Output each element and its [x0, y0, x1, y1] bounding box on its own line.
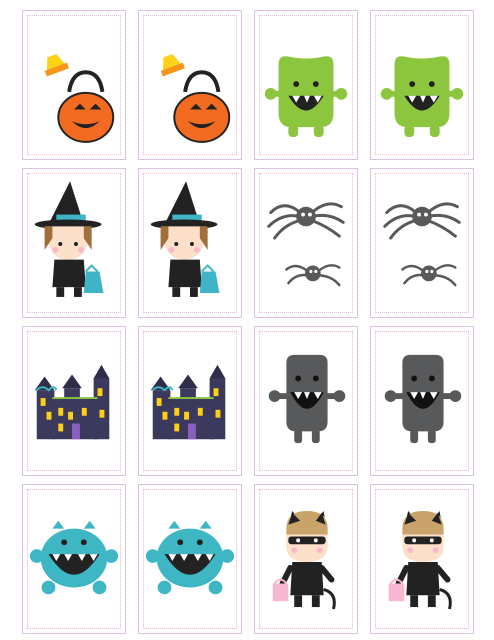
- blue-monster-icon: [29, 520, 119, 595]
- memory-card-spiders[interactable]: [254, 168, 358, 318]
- memory-card-witch[interactable]: [22, 168, 126, 318]
- spiders-icon: [267, 202, 345, 287]
- green-monster-icon: [380, 56, 464, 137]
- memory-card-grey-monster[interactable]: [254, 326, 358, 476]
- memory-card-blue-monster[interactable]: [22, 484, 126, 634]
- green-monster-icon: [264, 56, 348, 137]
- blue-monster-icon: [145, 520, 235, 595]
- memory-card-witch[interactable]: [138, 168, 242, 318]
- memory-card-spiders[interactable]: [370, 168, 474, 318]
- memory-card-cat-costume-kid[interactable]: [254, 484, 358, 634]
- memory-card-candy-corn-pumpkin[interactable]: [138, 10, 242, 160]
- memory-card-blue-monster[interactable]: [138, 484, 242, 634]
- memory-game-sheet: [0, 0, 494, 640]
- memory-card-haunted-house[interactable]: [138, 326, 242, 476]
- memory-card-grey-monster[interactable]: [370, 326, 474, 476]
- grey-monster-icon: [384, 354, 462, 444]
- haunted-house-icon: [34, 364, 110, 440]
- memory-card-candy-corn-pumpkin[interactable]: [22, 10, 126, 160]
- haunted-house-icon: [150, 364, 226, 440]
- memory-card-haunted-house[interactable]: [22, 326, 126, 476]
- cat-costume-kid-icon: [388, 510, 452, 610]
- memory-card-cat-costume-kid[interactable]: [370, 484, 474, 634]
- candy-corn-pumpkin-icon: [160, 44, 231, 143]
- grey-monster-icon: [268, 354, 346, 444]
- memory-card-green-monster[interactable]: [254, 10, 358, 160]
- witch-icon: [34, 181, 104, 297]
- candy-corn-pumpkin-icon: [44, 44, 115, 143]
- memory-card-green-monster[interactable]: [370, 10, 474, 160]
- spiders-icon: [383, 202, 461, 287]
- cat-costume-kid-icon: [272, 510, 336, 610]
- witch-icon: [150, 181, 220, 297]
